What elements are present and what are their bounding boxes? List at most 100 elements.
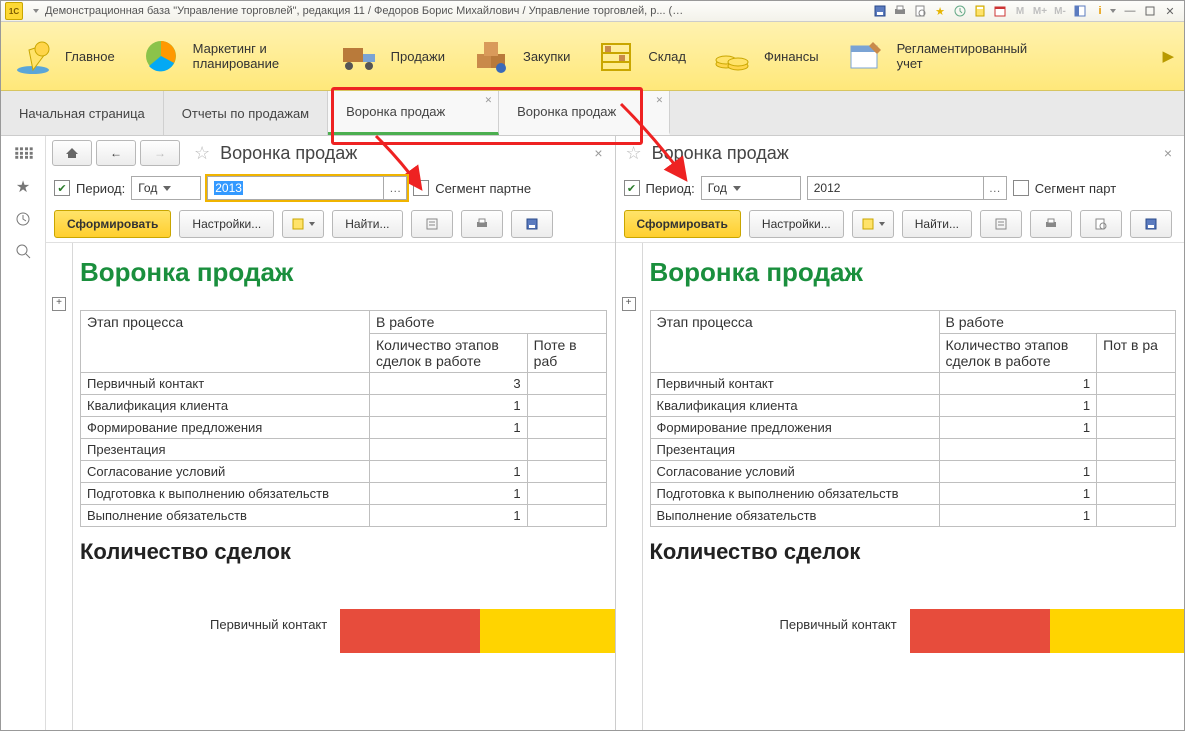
search-tool-icon[interactable] (14, 242, 32, 260)
home-button[interactable] (52, 140, 92, 166)
save-report-button[interactable] (1130, 210, 1172, 238)
back-button[interactable]: ← (96, 140, 136, 166)
side-toolbar: ⠿⠿ ★ (1, 136, 46, 730)
cell-potential (527, 395, 606, 417)
section-purchases[interactable]: Закупки (469, 36, 570, 76)
info-caret-icon[interactable] (1110, 9, 1116, 13)
panel-close-icon[interactable]: × (588, 145, 608, 161)
save-icon[interactable] (871, 2, 889, 20)
cell-stage: Согласование условий (81, 461, 370, 483)
close-button[interactable]: ✕ (1161, 2, 1179, 20)
col-count: Количество этапов сделок в работе (370, 334, 528, 373)
run-report-button[interactable]: Сформировать (624, 210, 741, 238)
tab-close-icon[interactable]: ✕ (656, 95, 664, 106)
print-preview-icon[interactable] (911, 2, 929, 20)
cell-count: 1 (939, 483, 1097, 505)
section-marketing[interactable]: Маркетинг и планирование (139, 36, 313, 76)
memory-mplus-button[interactable]: M+ (1031, 2, 1049, 20)
run-report-button[interactable]: Сформировать (54, 210, 171, 238)
cell-stage: Подготовка к выполнению обязательств (81, 483, 370, 505)
section-sales[interactable]: Продажи (337, 36, 445, 76)
section-warehouse[interactable]: Склад (594, 36, 686, 76)
chevron-down-icon (163, 186, 171, 191)
preview-report-button[interactable] (1080, 210, 1122, 238)
favorite-icon[interactable]: ★ (931, 2, 949, 20)
save-report-button[interactable] (511, 210, 553, 238)
period-checkbox[interactable]: ✔ (54, 180, 70, 196)
cell-potential (527, 439, 606, 461)
panel-close-icon[interactable]: × (1158, 145, 1178, 161)
sections-more-icon[interactable]: ▶ (1162, 47, 1174, 65)
expand-icon[interactable]: + (52, 297, 66, 311)
expand-groups-button[interactable] (980, 210, 1022, 238)
app-menu-caret-icon[interactable] (33, 9, 39, 13)
window-title: Демонстрационная база "Управление торгов… (45, 5, 685, 17)
calendar-icon[interactable] (991, 2, 1009, 20)
tab-label: Воронка продаж (346, 104, 445, 119)
period-checkbox[interactable]: ✔ (624, 180, 640, 196)
cell-count: 1 (370, 417, 528, 439)
calculator-icon[interactable] (971, 2, 989, 20)
cell-potential (1097, 395, 1176, 417)
cell-count: 1 (939, 417, 1097, 439)
period-label: Период: (646, 181, 695, 196)
chevron-down-icon (309, 222, 315, 226)
info-icon[interactable]: i (1091, 2, 1109, 20)
favorite-star-icon[interactable]: ★ (14, 178, 32, 196)
cell-stage: Первичный контакт (650, 373, 939, 395)
segment-label: Сегмент парт (1035, 181, 1116, 196)
favorite-outline-icon[interactable]: ☆ (626, 143, 642, 164)
cell-potential (1097, 505, 1176, 527)
panels-layout-icon[interactable] (1071, 2, 1089, 20)
settings-button[interactable]: Настройки... (179, 210, 274, 238)
cell-potential (527, 483, 606, 505)
find-button[interactable]: Найти... (332, 210, 402, 238)
expand-groups-button[interactable] (411, 210, 453, 238)
forward-button[interactable]: → (140, 140, 180, 166)
tab-funnel-2[interactable]: Воронка продаж✕ (499, 91, 670, 135)
tab-label: Начальная страница (19, 106, 145, 121)
tab-start-page[interactable]: Начальная страница (1, 91, 164, 135)
segment-checkbox[interactable]: ✔ (413, 180, 429, 196)
favorite-outline-icon[interactable]: ☆ (194, 143, 210, 164)
maximize-button[interactable] (1141, 2, 1159, 20)
period-value-input[interactable]: 2013… (207, 176, 407, 200)
chart-seg-yellow (480, 609, 615, 653)
print-report-button[interactable] (1030, 210, 1072, 238)
variants-button[interactable] (852, 210, 894, 238)
app-logo: 1C (5, 2, 23, 20)
minimize-button[interactable]: — (1121, 2, 1139, 20)
section-finance[interactable]: Финансы (710, 36, 819, 76)
period-kind-select[interactable]: Год (701, 176, 801, 200)
ledger-icon (843, 36, 887, 76)
find-button[interactable]: Найти... (902, 210, 972, 238)
history-icon[interactable] (951, 2, 969, 20)
period-kind-select[interactable]: Год (131, 176, 201, 200)
tab-close-icon[interactable]: ✕ (485, 95, 493, 106)
history-clock-icon[interactable] (14, 210, 32, 228)
memory-mminus-button[interactable]: M- (1051, 2, 1069, 20)
tab-sales-reports[interactable]: Отчеты по продажам (164, 91, 328, 135)
cell-potential (1097, 483, 1176, 505)
ellipsis-button[interactable]: … (983, 177, 1006, 199)
settings-button[interactable]: Настройки... (749, 210, 844, 238)
section-main[interactable]: Главное (11, 36, 115, 76)
ellipsis-button[interactable]: … (383, 177, 406, 199)
cell-potential (1097, 373, 1176, 395)
print-report-button[interactable] (461, 210, 503, 238)
section-regulated-label: Регламентированный учет (897, 41, 1017, 71)
section-purchases-label: Закупки (523, 49, 570, 64)
col-inwork: В работе (939, 311, 1175, 334)
table-row: Подготовка к выполнению обязательств1 (650, 483, 1176, 505)
col-inwork: В работе (370, 311, 606, 334)
print-icon[interactable] (891, 2, 909, 20)
section-regulated[interactable]: Регламентированный учет (843, 36, 1017, 76)
section-finance-label: Финансы (764, 49, 819, 64)
variants-button[interactable] (282, 210, 324, 238)
memory-m-button[interactable]: M (1011, 2, 1029, 20)
segment-checkbox[interactable]: ✔ (1013, 180, 1029, 196)
tab-funnel-1[interactable]: Воронка продаж ✕ (328, 91, 499, 135)
expand-icon[interactable]: + (622, 297, 636, 311)
period-value-input[interactable]: 2012… (807, 176, 1007, 200)
apps-grid-icon[interactable]: ⠿⠿ (14, 146, 32, 164)
